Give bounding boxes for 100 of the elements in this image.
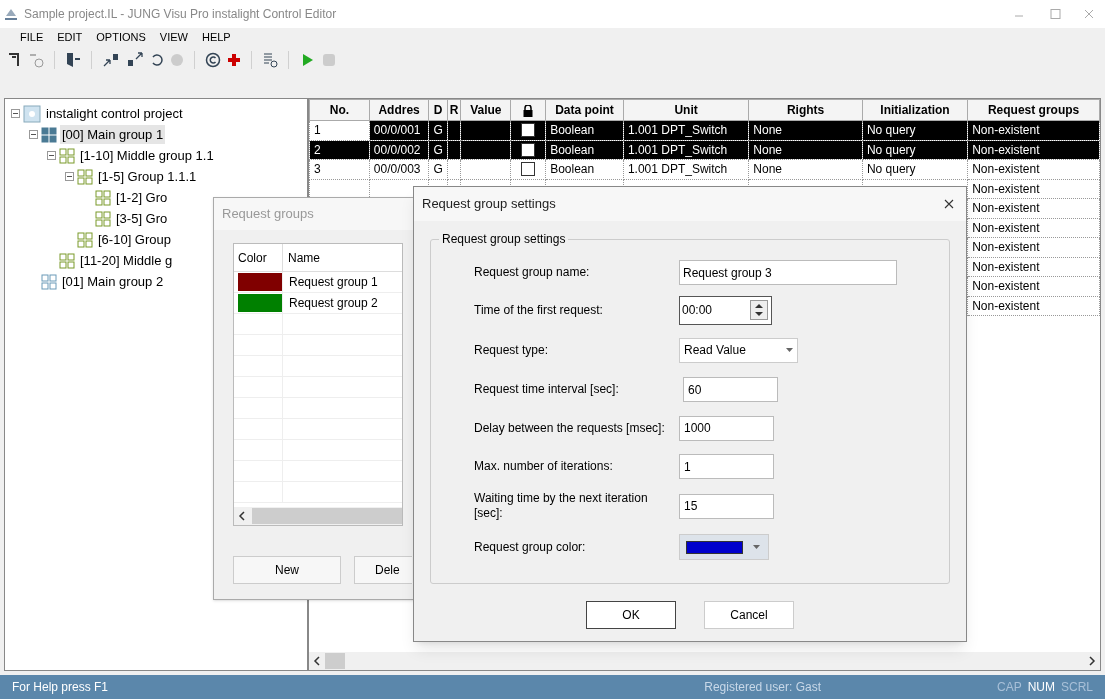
table-cell: Non-existent: [972, 279, 1040, 294]
column-header[interactable]: Rights: [748, 99, 863, 121]
table-cell: G: [433, 162, 443, 177]
request-type-dropdown[interactable]: Read Value: [679, 337, 798, 363]
dialog-button[interactable]: Dele: [354, 556, 412, 584]
tree-item[interactable]: [1-2] Gro: [114, 187, 170, 208]
undo-icon[interactable]: [150, 53, 164, 67]
menu-item[interactable]: OPTIONS: [96, 29, 146, 46]
table-cell: Non-existent: [972, 123, 1040, 138]
tree-item[interactable]: instalight control project: [44, 103, 185, 124]
project-icon: [23, 104, 41, 123]
key-indicator: CAP: [996, 679, 1022, 696]
table-cell: Non-existent: [972, 298, 1040, 313]
spin-arrows-icon[interactable]: [750, 300, 768, 320]
copyright-icon[interactable]: [205, 52, 221, 68]
field-label: Request group name:: [473, 265, 591, 280]
tree-item[interactable]: [01] Main group 2: [60, 271, 166, 292]
table-cell: No query: [866, 142, 916, 157]
dialog-button[interactable]: OK: [586, 601, 676, 629]
menu-item[interactable]: EDIT: [57, 29, 83, 46]
tree-item[interactable]: [3-5] Gro: [114, 208, 170, 229]
menu-item[interactable]: FILE: [20, 29, 44, 46]
field-label: Request type:: [473, 342, 550, 358]
column-header[interactable]: Data point: [545, 99, 624, 121]
tree-item[interactable]: [1-10] Middle group 1.1: [78, 145, 216, 166]
table-row[interactable]: 2 00/0/002 G Boolean 1.001 DPT_Switch None No query Non-existent: [309, 140, 1100, 160]
column-header[interactable]: Request groups: [967, 99, 1100, 121]
table-cell: Boolean: [550, 123, 595, 138]
column-header[interactable]: Color: [234, 244, 283, 271]
lock-checkbox[interactable]: [521, 142, 536, 157]
field-label: Max. number of iterations:: [473, 459, 614, 474]
group-icon: [41, 273, 57, 290]
number-input-field[interactable]: 60: [683, 377, 778, 402]
caret-icon: [753, 545, 760, 549]
list-info-icon[interactable]: [262, 52, 278, 68]
table-cell: 1.001 DPT_Switch: [627, 142, 728, 157]
table-cell: 2: [314, 142, 321, 157]
table-cell: Boolean: [550, 142, 595, 157]
door-icon[interactable]: [65, 52, 81, 68]
table-cell: 1.001 DPT_Switch: [627, 123, 728, 138]
table-cell: None: [753, 142, 782, 157]
column-header[interactable]: Value: [460, 99, 511, 121]
expander-icon[interactable]: [29, 130, 38, 139]
table-cell: 1: [314, 123, 321, 138]
table-cell: None: [753, 123, 782, 138]
group-icon: [41, 126, 57, 143]
table-row[interactable]: 1 00/0/001 G Boolean 1.001 DPT_Switch None No query Non-existent: [309, 120, 1100, 140]
window-title: Sample project.IL - JUNG Visu Pro instalight Control Editor: [24, 6, 338, 23]
menu-item[interactable]: HELP: [201, 29, 231, 46]
app-logo-icon: [4, 7, 18, 21]
group-icon: [95, 189, 111, 206]
table-cell: 00/0/001: [373, 123, 421, 138]
table-row[interactable]: 3 00/0/003 G Boolean 1.001 DPT_Switch None No query Non-existent: [309, 159, 1100, 179]
arrows-in-icon[interactable]: [102, 52, 120, 68]
dialog-button[interactable]: Cancel: [704, 601, 794, 629]
table-cell: No query: [866, 123, 916, 138]
menu-item[interactable]: VIEW: [159, 29, 188, 46]
column-header[interactable]: Name: [283, 244, 402, 271]
scrollbar-thumb[interactable]: [325, 653, 345, 669]
lock-checkbox[interactable]: [521, 123, 536, 138]
color-picker[interactable]: [679, 534, 769, 560]
group-icon: [95, 210, 111, 227]
tree-item[interactable]: [1-5] Group 1.1.1: [96, 166, 199, 187]
scrollbar-thumb[interactable]: [252, 508, 402, 524]
expander-icon[interactable]: [47, 151, 56, 160]
expander-icon[interactable]: [65, 172, 74, 181]
number-input-field[interactable]: 15: [679, 493, 774, 519]
group-icon: [59, 252, 75, 269]
column-header[interactable]: [510, 99, 546, 121]
dialog-button[interactable]: New: [233, 556, 341, 584]
list-item[interactable]: Request group 1: [283, 272, 384, 292]
number-input-field[interactable]: 1000: [679, 415, 774, 441]
table-cell: Non-existent: [972, 142, 1040, 157]
column-header[interactable]: Addres: [369, 99, 429, 121]
table-cell: Non-existent: [972, 259, 1040, 274]
close-icon[interactable]: [944, 199, 954, 209]
dialog-title: Request groups: [222, 205, 314, 224]
status-help-text: For Help press F1: [12, 679, 110, 696]
column-header[interactable]: No.: [309, 99, 370, 121]
expander-icon[interactable]: [11, 109, 20, 118]
key-indicator: SCRL: [1061, 679, 1093, 696]
column-header[interactable]: Unit: [623, 99, 749, 121]
number-input-field[interactable]: 1: [679, 454, 774, 479]
plus-icon[interactable]: [227, 53, 241, 67]
lock-checkbox[interactable]: [521, 162, 536, 177]
bracket-icon[interactable]: [8, 52, 22, 68]
field-label: Request group color:: [473, 539, 587, 555]
group-icon: [77, 231, 93, 248]
column-header[interactable]: Initialization: [862, 99, 968, 121]
arrows-out-icon[interactable]: [126, 52, 144, 68]
tree-item[interactable]: [6-10] Group: [96, 229, 173, 250]
name-input-field[interactable]: Request group 3: [679, 260, 897, 285]
tree-item[interactable]: [11-20] Middle g: [78, 250, 175, 271]
group-icon: [77, 168, 93, 185]
time-spinner-field[interactable]: 00:00: [679, 295, 772, 325]
list-item[interactable]: Request group 2: [283, 293, 384, 313]
tree-item[interactable]: [00] Main group 1: [60, 124, 166, 145]
table-cell: Non-existent: [972, 220, 1040, 235]
table-cell: 00/0/003: [373, 162, 421, 177]
table-cell: Non-existent: [972, 201, 1040, 216]
